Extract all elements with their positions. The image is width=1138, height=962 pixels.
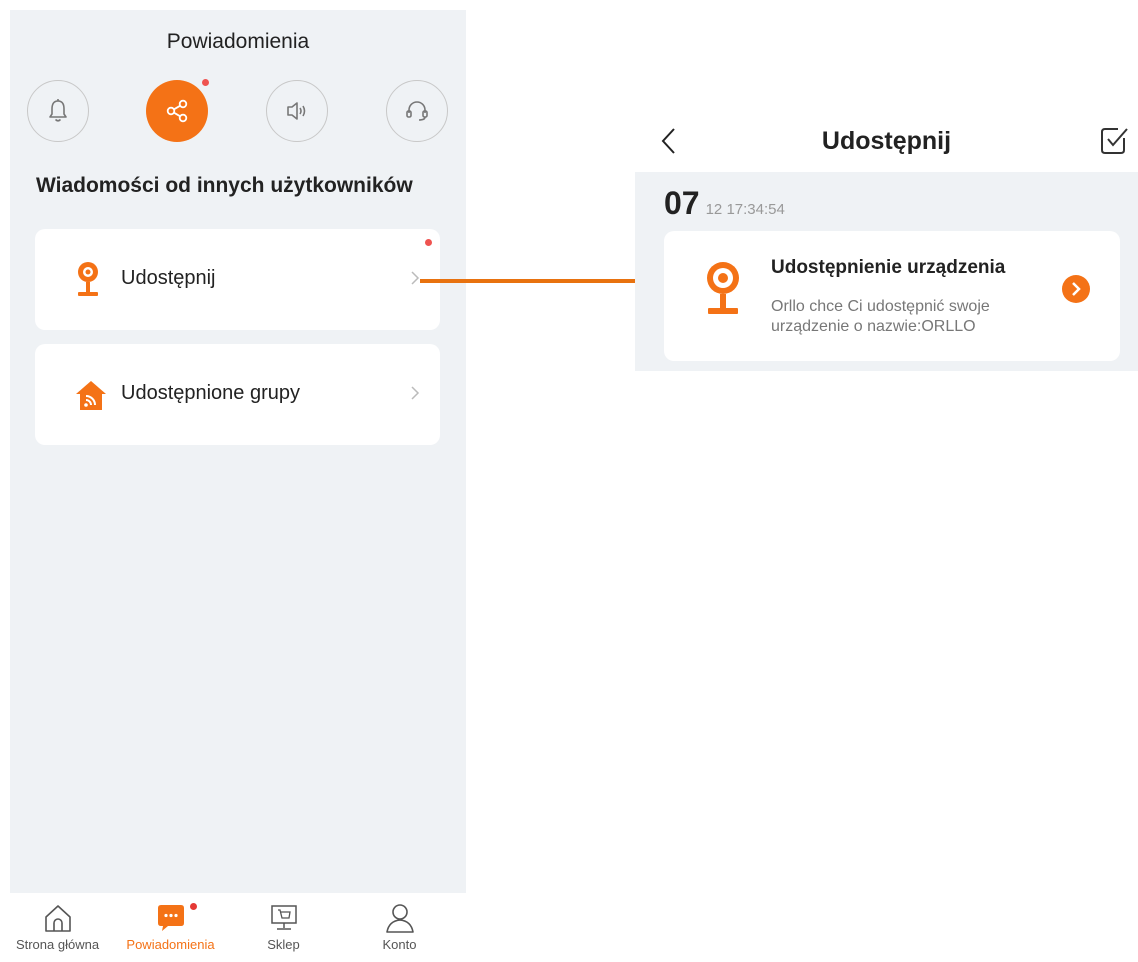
camera-icon bbox=[78, 262, 98, 296]
page-title: Udostępnij bbox=[821, 127, 952, 155]
share-header: Udostępnij bbox=[635, 110, 1138, 172]
bell-icon bbox=[49, 99, 67, 122]
headset-icon bbox=[406, 101, 428, 121]
share-list: 07 12 17:34:54 Udostępnienie urządzenia O… bbox=[635, 172, 1138, 371]
user-icon bbox=[385, 904, 414, 933]
date-day: 07 bbox=[664, 185, 700, 221]
shared-groups-card[interactable]: Udostępnione grupy bbox=[35, 344, 440, 445]
speaker-tab[interactable] bbox=[266, 80, 328, 142]
shop-icon bbox=[270, 905, 297, 930]
page-title: Powiadomienia bbox=[166, 30, 310, 53]
headset-tab[interactable] bbox=[386, 80, 448, 142]
message-text: Orllo chce Ci udostępnić swoje urządzeni… bbox=[771, 298, 990, 335]
message-title: Udostępnienie urządzenia bbox=[771, 257, 1006, 278]
bottom-nav: Strona główna Powiadomienia Sklep Konto bbox=[0, 893, 466, 962]
home-icon bbox=[44, 905, 71, 932]
nav-label: Powiadomienia bbox=[126, 937, 215, 952]
camera-icon bbox=[707, 262, 739, 314]
share-message-card[interactable]: Udostępnienie urządzenia Orllo chce Ci u… bbox=[664, 231, 1120, 361]
chevron-right-icon bbox=[411, 386, 420, 400]
arrow-right-icon[interactable] bbox=[1062, 275, 1090, 303]
share-tab[interactable] bbox=[146, 80, 208, 142]
share-badge bbox=[202, 79, 209, 86]
speaker-icon bbox=[287, 102, 306, 120]
nav-home[interactable]: Strona główna bbox=[0, 901, 115, 952]
nav-label: Konto bbox=[382, 937, 417, 952]
date-header: 07 12 17:34:54 bbox=[664, 185, 785, 222]
chat-icon bbox=[157, 905, 184, 931]
nav-label: Sklep bbox=[267, 937, 300, 952]
card-label: Udostępnij bbox=[121, 267, 216, 289]
card-label: Udostępnione grupy bbox=[121, 382, 301, 404]
notifications-screen: Powiadomienia Wiadomości od innych użytk… bbox=[10, 10, 466, 903]
nav-shop[interactable]: Sklep bbox=[226, 901, 341, 952]
card-badge bbox=[425, 239, 432, 246]
share-card[interactable]: Udostępnij bbox=[35, 229, 440, 330]
nav-label: Strona główna bbox=[15, 937, 100, 952]
chevron-right-icon bbox=[411, 271, 420, 285]
nav-account[interactable]: Konto bbox=[342, 901, 457, 952]
select-all-icon[interactable] bbox=[1098, 124, 1130, 156]
date-time: 12 17:34:54 bbox=[705, 201, 785, 218]
nav-notifications[interactable]: Powiadomienia bbox=[113, 901, 228, 952]
home-wifi-icon bbox=[76, 381, 106, 410]
section-heading: Wiadomości od innych użytkowników bbox=[36, 174, 413, 197]
bell-tab[interactable] bbox=[27, 80, 89, 142]
share-icon bbox=[166, 99, 188, 123]
nav-badge bbox=[190, 903, 197, 910]
